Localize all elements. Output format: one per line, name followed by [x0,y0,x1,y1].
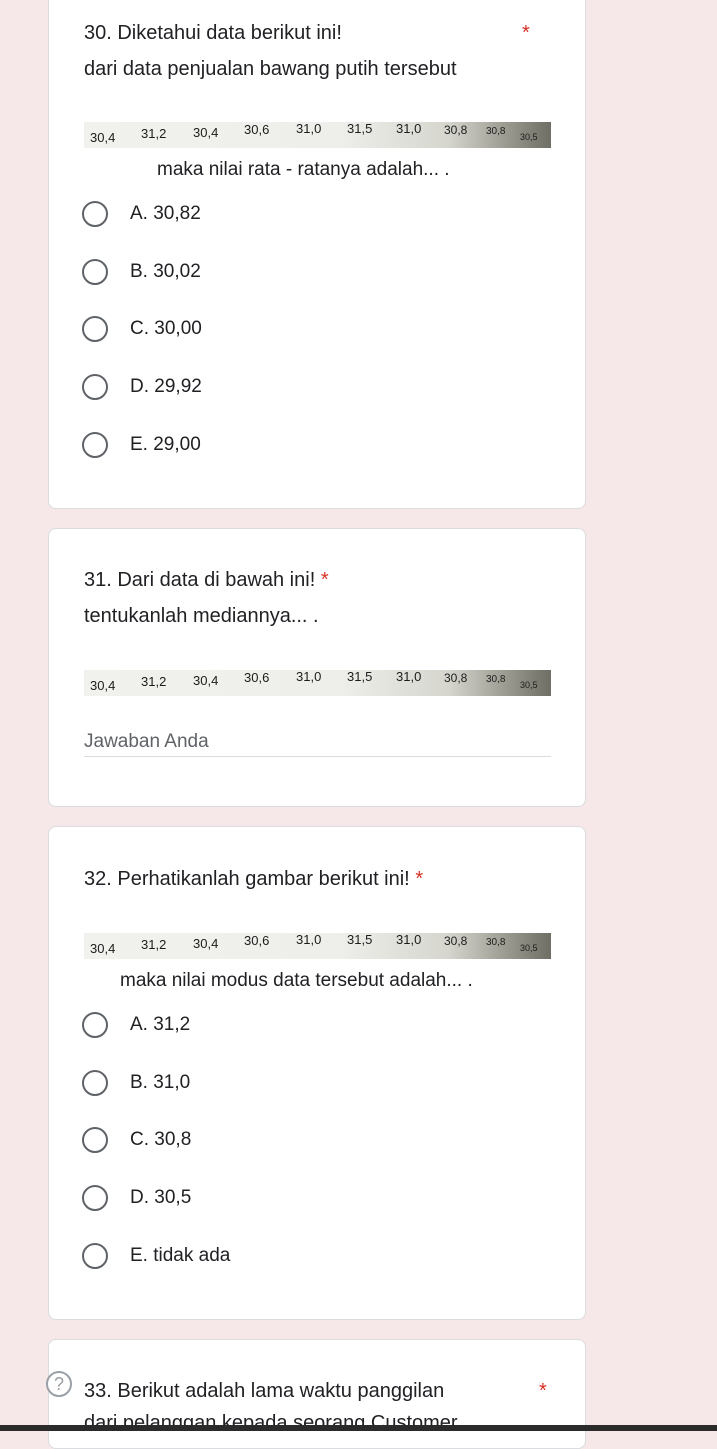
data-value: 30,4 [90,941,116,956]
data-value: 30,4 [90,678,116,693]
data-value: 30,6 [244,122,270,137]
data-value: 30,8 [444,123,468,137]
data-value: 31,5 [347,122,373,136]
bottom-edge-bar [0,1425,717,1431]
question-subtitle-text: dari pelanggan kepada seorang Customer [84,1412,458,1425]
radio-button[interactable] [82,432,108,458]
data-value: 30,8 [444,934,468,948]
question-subtitle-31: tentukanlah mediannya... . [84,605,319,627]
option-label: C. 30,8 [130,1129,192,1150]
data-value: 30,8 [444,671,468,685]
question-title-text: 32. Perhatikanlah gambar berikut ini! [84,868,410,890]
data-value: 31,0 [296,670,322,684]
data-value: 31,0 [296,122,322,136]
data-value: 31,0 [396,122,422,136]
required-mark-31: * [320,569,329,591]
radio-button[interactable] [82,259,108,285]
option-d[interactable]: D. 30,5 [82,1182,191,1214]
option-c[interactable]: C. 30,8 [82,1124,191,1156]
data-value: 30,8 [486,674,506,685]
data-value: 30,5 [520,680,538,690]
option-c[interactable]: C. 30,00 [82,313,202,345]
question-caption-32: maka nilai modus data tersebut adalah...… [120,970,473,991]
option-label: B. 31,0 [130,1072,191,1093]
question-subtitle-33: dari pelanggan kepada seorang Customer [84,1409,604,1425]
data-image-32: 30,4 31,2 30,4 30,6 31,0 31,5 31,0 30,8 … [84,933,551,959]
data-value: 30,4 [90,130,116,145]
data-value: 30,4 [193,936,219,951]
data-value: 30,6 [244,670,270,685]
option-label: B. 30,02 [130,261,201,282]
data-value: 30,4 [193,125,219,140]
data-image-30: 30,4 31,2 30,4 30,6 31,0 31,5 31,0 30,8 … [84,122,551,148]
radio-button[interactable] [82,1127,108,1153]
option-a[interactable]: A. 30,82 [82,198,201,230]
required-mark-30: * [522,22,530,44]
data-value: 31,2 [141,937,167,952]
data-value: 31,0 [296,933,322,947]
required-mark-32: * [415,868,424,890]
question-title-31: 31. Dari data di bawah ini! * [84,566,329,594]
option-label: E. 29,00 [130,434,201,455]
radio-button[interactable] [82,374,108,400]
radio-button[interactable] [82,201,108,227]
option-b[interactable]: B. 31,0 [82,1067,190,1099]
data-value: 31,2 [141,674,167,689]
option-label: C. 30,00 [130,318,202,339]
question-title-30: 30. Diketahui data berikut ini! [84,22,342,44]
question-title-text: 31. Dari data di bawah ini! [84,569,316,591]
help-icon[interactable]: ? [46,1371,72,1397]
option-e[interactable]: E. tidak ada [82,1240,230,1272]
option-label: A. 31,2 [130,1014,191,1035]
required-mark-33: * [539,1380,547,1402]
radio-button[interactable] [82,1185,108,1211]
data-value: 30,5 [520,132,538,142]
radio-button[interactable] [82,1070,108,1096]
data-value: 30,4 [193,673,219,688]
option-label: E. tidak ada [130,1245,231,1266]
answer-input[interactable] [84,727,551,757]
data-value: 31,0 [396,670,422,684]
data-image-31: 30,4 31,2 30,4 30,6 31,0 31,5 31,0 30,8 … [84,670,551,696]
data-value: 31,5 [347,670,373,684]
question-title-33: 33. Berikut adalah lama waktu panggilan [84,1380,445,1402]
radio-button[interactable] [82,316,108,342]
data-value: 31,2 [141,126,167,141]
data-value: 31,0 [396,933,422,947]
option-a[interactable]: A. 31,2 [82,1009,190,1041]
radio-button[interactable] [82,1012,108,1038]
option-label: D. 29,92 [130,376,202,397]
data-value: 30,5 [520,943,538,953]
question-subtitle-30: dari data penjualan bawang putih tersebu… [84,58,457,80]
option-d[interactable]: D. 29,92 [82,371,202,403]
option-label: A. 30,82 [130,203,201,224]
data-value: 30,8 [486,937,506,948]
data-value: 30,6 [244,933,270,948]
question-caption-30: maka nilai rata - ratanya adalah... . [157,159,450,180]
option-label: D. 30,5 [130,1187,192,1208]
option-e[interactable]: E. 29,00 [82,429,201,461]
question-title-32: 32. Perhatikanlah gambar berikut ini! * [84,865,423,893]
data-value: 30,8 [486,126,506,137]
option-b[interactable]: B. 30,02 [82,256,201,288]
data-value: 31,5 [347,933,373,947]
radio-button[interactable] [82,1243,108,1269]
